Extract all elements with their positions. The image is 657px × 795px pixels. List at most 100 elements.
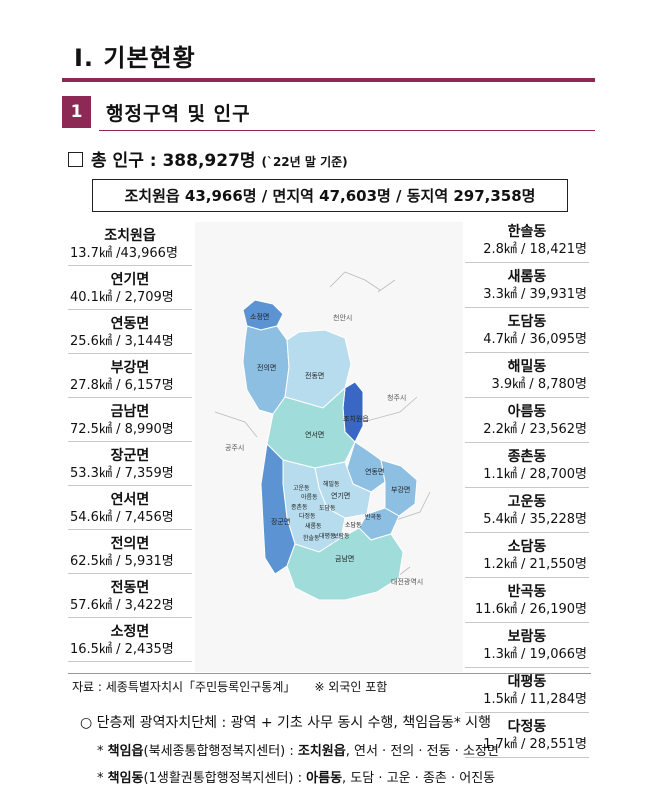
map-label: 다정동 xyxy=(299,512,316,520)
region-stat: 27.8㎢ / 6,157명 xyxy=(70,378,174,393)
region-name: 연서면 xyxy=(110,492,150,508)
region-name: 해밀동 xyxy=(507,359,547,375)
note-rest: , 도담 · 고운 · 종촌 · 어진동 xyxy=(342,771,496,786)
region-stat: 57.6㎢ / 3,422명 xyxy=(70,598,174,613)
list-item: 연기면 40.1㎢ / 2,709명 xyxy=(68,266,192,310)
note-line-3: * 책임동(1생활권통합행정복지센터) : 아름동, 도담 · 고운 · 종촌 … xyxy=(97,767,495,786)
region-name: 부강면 xyxy=(110,360,150,376)
source-text: 자료 : 세종특별자치시「주민등록인구통계」 xyxy=(72,680,296,694)
list-item: 대평동 1.5㎢ / 11,284명 xyxy=(465,668,589,713)
region-name: 연동면 xyxy=(110,316,150,332)
region-stat: 1.5㎢ / 11,284명 xyxy=(483,692,587,707)
total-basis: (`22년 말 기준) xyxy=(261,155,348,169)
note-emphasis: 아름동 xyxy=(306,771,343,786)
region-stat: 3.9㎢ / 8,780명 xyxy=(491,377,588,392)
note-line-2: * 책임읍(북세종통합행정복지센터) : 조치원읍, 연서 · 전의 · 전동 … xyxy=(97,740,499,759)
chapter-divider xyxy=(62,78,595,82)
list-item: 소정면 16.5㎢ / 2,435명 xyxy=(68,618,192,662)
list-item: 장군면 53.3㎢ / 7,359명 xyxy=(68,442,192,486)
region-name: 종촌동 xyxy=(507,449,547,465)
list-item: 소담동 1.2㎢ / 21,550명 xyxy=(465,533,589,578)
list-item: 반곡동 11.6㎢ / 26,190명 xyxy=(465,578,589,623)
map-label: 소담동 xyxy=(345,522,362,529)
map-label: 소정면 xyxy=(250,312,269,321)
region-stat: 54.6㎢ / 7,456명 xyxy=(70,510,174,525)
list-item: 아름동 2.2㎢ / 23,562명 xyxy=(465,398,589,443)
list-item: 새롬동 3.3㎢ / 39,931명 xyxy=(465,263,589,308)
region-stat: 1.3㎢ / 19,066명 xyxy=(483,647,587,662)
list-item: 전의면 62.5㎢ / 5,931명 xyxy=(68,530,192,574)
region-name: 보람동 xyxy=(507,629,547,645)
note-paren: (북세종통합행정복지센터) : xyxy=(143,744,298,759)
list-item: 도담동 4.7㎢ / 36,095명 xyxy=(465,308,589,353)
region-stat: 62.5㎢ / 5,931명 xyxy=(70,554,174,569)
note-label: 책임읍 xyxy=(107,744,144,759)
region-stat: 3.3㎢ / 39,931명 xyxy=(483,287,587,302)
map-label: 전동면 xyxy=(305,371,324,380)
map-label: 청주시 xyxy=(387,394,406,402)
region-name: 도담동 xyxy=(507,314,547,330)
sejong-map: 소정면 전의면 전동면 조치원읍 연서면 연동면 부강면 연기면 장군면 금남면… xyxy=(195,222,463,672)
region-stat: 72.5㎢ / 8,990명 xyxy=(70,422,174,437)
map-label: 아름동 xyxy=(301,493,318,501)
list-item: 금남면 72.5㎢ / 8,990명 xyxy=(68,398,192,442)
region-name: 금남면 xyxy=(110,404,150,420)
total-population: 총 인구 : 388,927명 xyxy=(91,151,256,171)
source-divider xyxy=(68,673,591,674)
list-item: 한솔동 2.8㎢ / 18,421명 xyxy=(465,218,589,263)
region-stat: 11.6㎢ / 26,190명 xyxy=(474,602,587,617)
region-name: 아름동 xyxy=(507,404,547,420)
map-label: 장군면 xyxy=(271,517,290,526)
list-item: 고운동 5.4㎢ / 35,228명 xyxy=(465,488,589,533)
section-title: 행정구역 및 인구 xyxy=(106,103,251,125)
map-label: 한솔동 xyxy=(303,534,320,542)
map-label: 연기면 xyxy=(331,491,350,500)
map-label: 연동면 xyxy=(365,467,384,476)
region-name: 전의면 xyxy=(110,536,150,552)
source-note: ※ 외국인 포함 xyxy=(314,680,388,694)
map-label: 금남면 xyxy=(335,554,354,563)
map-label: 종촌동 xyxy=(291,503,308,511)
section-number-badge: 1 xyxy=(62,96,91,128)
region-name: 반곡동 xyxy=(507,584,547,600)
list-item: 연서면 54.6㎢ / 7,456명 xyxy=(68,486,192,530)
region-name: 전동면 xyxy=(110,580,150,596)
map-label: 고운동 xyxy=(293,485,310,492)
note-star: * xyxy=(97,771,104,786)
left-region-list: 조치원읍 13.7㎢ /43,966명 연기면 40.1㎢ / 2,709명 연동면… xyxy=(68,222,192,662)
region-name: 새롬동 xyxy=(507,269,547,285)
region-stat: 2.2㎢ / 23,562명 xyxy=(483,422,587,437)
total-population-line: 총 인구 : 388,927명 (`22년 말 기준) xyxy=(68,146,348,171)
chapter-title: Ⅰ. 기본현황 xyxy=(74,44,196,72)
region-name: 조치원읍 xyxy=(104,228,156,244)
region-name: 소담동 xyxy=(507,539,547,555)
section-divider xyxy=(99,130,595,131)
region-name: 소정면 xyxy=(110,624,150,640)
note-line-1: ○ 단층제 광역자치단체 : 광역 + 기초 사무 동시 수행, 책임읍동* 시… xyxy=(80,715,492,731)
list-item: 종촌동 1.1㎢ / 28,700명 xyxy=(465,443,589,488)
right-region-list: 한솔동 2.8㎢ / 18,421명 새롬동 3.3㎢ / 39,931명 도담동 4… xyxy=(465,218,589,758)
map-label: 반곡동 xyxy=(365,513,382,521)
map-label: 공주시 xyxy=(225,444,244,452)
population-summary-box: 조치원읍 43,966명 / 면지역 47,603명 / 동지역 297,358… xyxy=(92,179,568,212)
list-item: 조치원읍 13.7㎢ /43,966명 xyxy=(68,222,192,266)
region-stat: 53.3㎢ / 7,359명 xyxy=(70,466,174,481)
list-item: 전동면 57.6㎢ / 3,422명 xyxy=(68,574,192,618)
map-label: 대전광역시 xyxy=(391,577,423,586)
note-rest: , 연서 · 전의 · 전동 · 소정면 xyxy=(345,744,499,759)
checkbox-square-icon xyxy=(68,152,83,167)
map-svg: 소정면 전의면 전동면 조치원읍 연서면 연동면 부강면 연기면 장군면 금남면… xyxy=(195,222,463,672)
region-name: 대평동 xyxy=(507,674,547,690)
region-name: 고운동 xyxy=(507,494,547,510)
region-stat: 1.1㎢ / 28,700명 xyxy=(483,467,587,482)
region-stat: 4.7㎢ / 36,095명 xyxy=(483,332,587,347)
note-emphasis: 조치원읍 xyxy=(297,744,346,759)
region-stat: 5.4㎢ / 35,228명 xyxy=(483,512,587,527)
map-label: 해밀동 xyxy=(323,480,340,488)
region-stat: 13.7㎢ /43,966명 xyxy=(70,246,178,261)
region-name: 한솔동 xyxy=(507,224,547,240)
note-star: * xyxy=(97,744,104,759)
region-name: 연기면 xyxy=(110,272,150,288)
map-label: 보람동 xyxy=(333,532,350,540)
list-item: 부강면 27.8㎢ / 6,157명 xyxy=(68,354,192,398)
